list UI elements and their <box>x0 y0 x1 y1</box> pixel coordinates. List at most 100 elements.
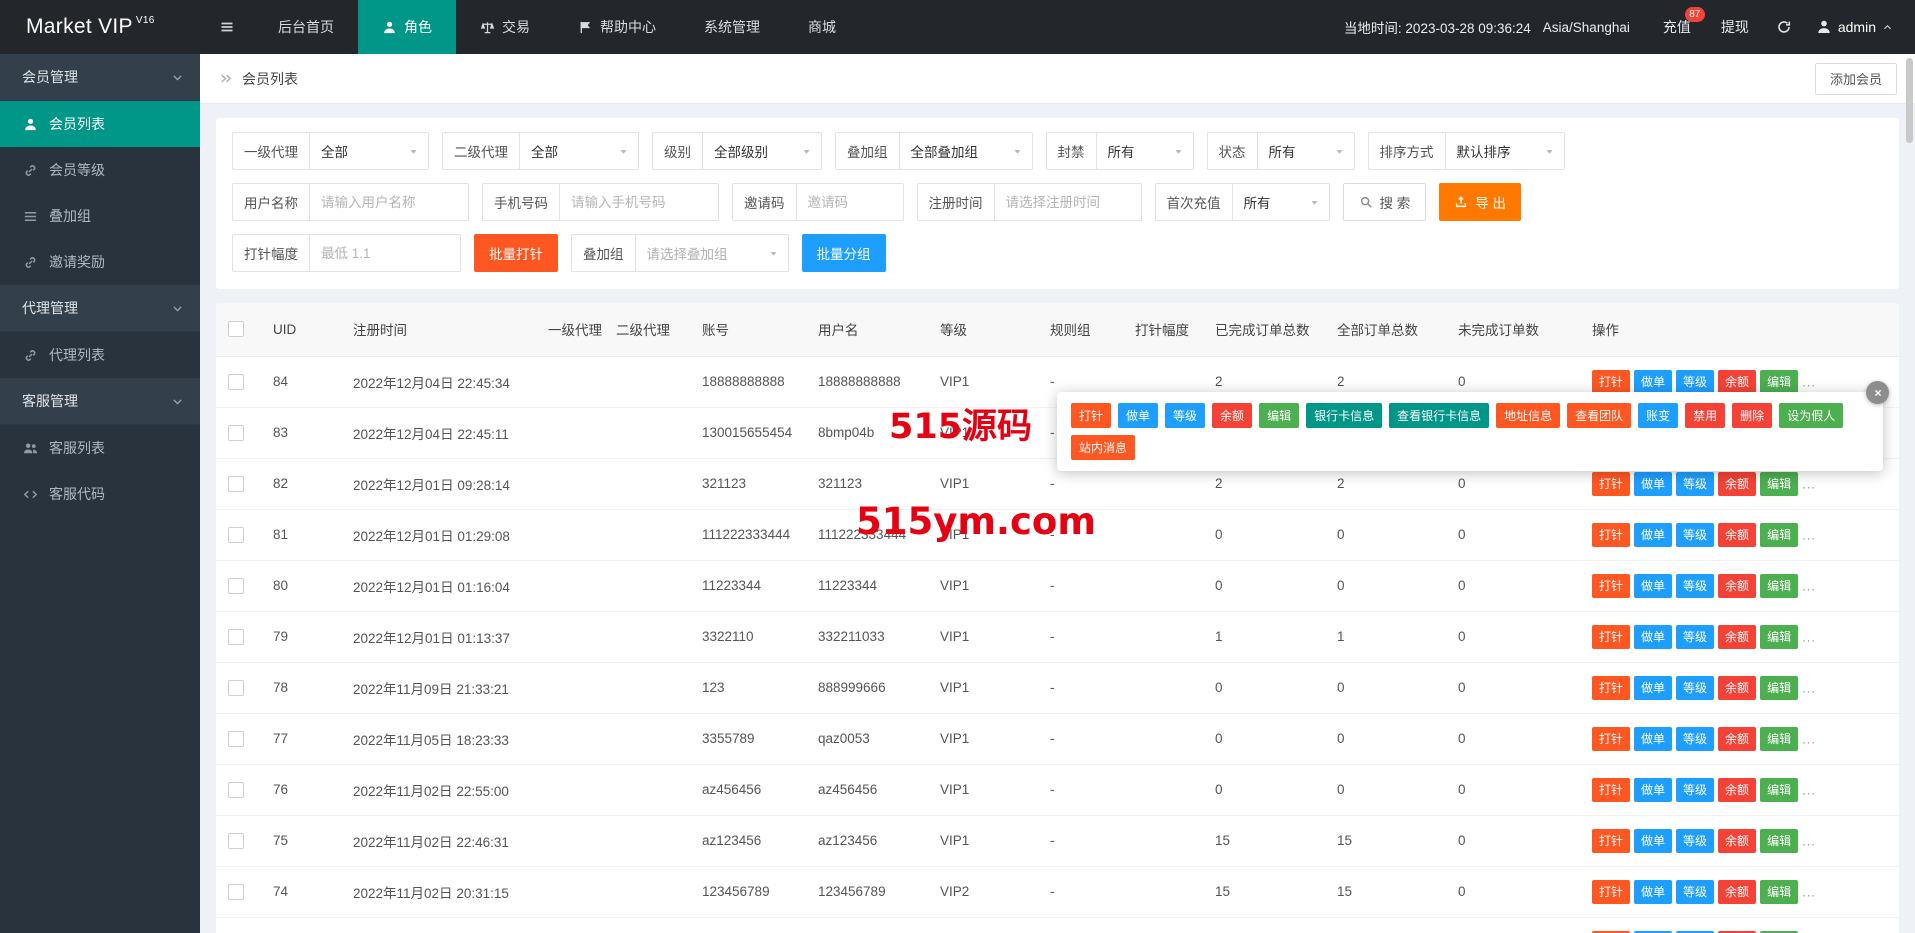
popup-action-button[interactable]: 查看银行卡信息 <box>1389 403 1490 428</box>
row-action-button[interactable]: 等级 <box>1676 522 1715 547</box>
row-action-button[interactable]: 编辑 <box>1760 573 1799 598</box>
row-action-button[interactable]: 做单 <box>1634 522 1673 547</box>
popup-action-button[interactable]: 打针 <box>1071 403 1112 428</box>
row-action-button[interactable]: 余额 <box>1718 624 1757 649</box>
row-action-button[interactable]: 打针 <box>1592 522 1631 547</box>
row-action-button[interactable]: 做单 <box>1634 573 1673 598</box>
page-scrollbar[interactable] <box>1906 58 1913 143</box>
row-action-button[interactable]: 打针 <box>1592 879 1631 904</box>
row-action-button[interactable]: 编辑 <box>1760 471 1799 496</box>
filter-select[interactable]: 全部级别 <box>703 133 821 169</box>
admin-menu[interactable]: admin <box>1804 19 1901 35</box>
row-action-button[interactable]: 打针 <box>1592 726 1631 751</box>
topbar-nav-item[interactable]: 角色 <box>358 0 456 54</box>
row-action-button[interactable]: 等级 <box>1676 573 1715 598</box>
row-action-button[interactable]: 编辑 <box>1760 828 1799 853</box>
row-action-button[interactable]: 打针 <box>1592 573 1631 598</box>
row-action-button[interactable]: 打针 <box>1592 471 1631 496</box>
popup-action-button[interactable]: 余额 <box>1212 403 1253 428</box>
topbar-nav-item[interactable]: 商城 <box>784 0 860 54</box>
add-member-button[interactable]: 添加会员 <box>1814 62 1897 95</box>
topbar-nav-item[interactable]: 后台首页 <box>254 0 358 54</box>
row-action-button[interactable]: 余额 <box>1718 828 1757 853</box>
row-action-button[interactable]: 打针 <box>1592 675 1631 700</box>
row-action-button[interactable]: 余额 <box>1718 573 1757 598</box>
row-action-button[interactable]: 做单 <box>1634 828 1673 853</box>
row-action-button[interactable]: 等级 <box>1676 777 1715 802</box>
row-checkbox[interactable] <box>228 679 244 696</box>
popup-action-button[interactable]: 站内消息 <box>1071 435 1136 460</box>
row-more-button[interactable]: ... <box>1802 680 1816 695</box>
row-action-button[interactable]: 等级 <box>1676 726 1715 751</box>
row-more-button[interactable]: ... <box>1802 476 1816 491</box>
row-action-button[interactable]: 做单 <box>1634 675 1673 700</box>
row-action-button[interactable]: 编辑 <box>1760 522 1799 547</box>
row-action-button[interactable]: 打针 <box>1592 369 1631 394</box>
row-more-button[interactable]: ... <box>1802 629 1816 644</box>
popup-action-button[interactable]: 设为假人 <box>1779 403 1844 428</box>
popup-action-button[interactable]: 银行卡信息 <box>1306 403 1383 428</box>
row-action-button[interactable]: 等级 <box>1676 471 1715 496</box>
row-checkbox[interactable] <box>228 832 244 849</box>
sidebar-item[interactable]: 代理列表 <box>0 332 200 378</box>
row-checkbox[interactable] <box>228 628 244 645</box>
filter-select[interactable]: 全部 <box>520 133 638 169</box>
popup-action-button[interactable]: 做单 <box>1118 403 1159 428</box>
row-action-button[interactable]: 编辑 <box>1760 369 1799 394</box>
filter-text-input[interactable] <box>796 184 903 220</box>
row-checkbox[interactable] <box>228 475 244 492</box>
filter-select[interactable]: 所有 <box>1233 184 1329 220</box>
row-action-button[interactable]: 余额 <box>1718 471 1757 496</box>
topbar-nav-item[interactable]: 系统管理 <box>680 0 784 54</box>
filter-text-input[interactable] <box>310 184 468 220</box>
row-more-button[interactable]: ... <box>1802 884 1816 899</box>
row-action-button[interactable]: 做单 <box>1634 624 1673 649</box>
search-button[interactable]: 搜 索 <box>1342 183 1427 221</box>
row-action-button[interactable]: 等级 <box>1676 879 1715 904</box>
row-more-button[interactable]: ... <box>1802 782 1816 797</box>
row-more-button[interactable]: ... <box>1802 731 1816 746</box>
select-all-checkbox[interactable] <box>228 321 244 338</box>
row-action-button[interactable]: 做单 <box>1634 777 1673 802</box>
row-action-button[interactable]: 做单 <box>1634 726 1673 751</box>
popup-action-button[interactable]: 删除 <box>1732 403 1773 428</box>
topbar-nav-item[interactable]: 交易 <box>456 0 554 54</box>
row-action-button[interactable]: 余额 <box>1718 726 1757 751</box>
sidebar-item[interactable]: 会员列表 <box>0 101 200 147</box>
recharge-link[interactable]: 充值 87 <box>1648 0 1706 54</box>
row-action-button[interactable]: 等级 <box>1676 828 1715 853</box>
sidebar-item[interactable]: 会员等级 <box>0 147 200 193</box>
row-checkbox[interactable] <box>228 526 244 543</box>
row-action-button[interactable]: 余额 <box>1718 675 1757 700</box>
withdraw-link[interactable]: 提现 <box>1706 0 1764 54</box>
row-action-button[interactable]: 等级 <box>1676 369 1715 394</box>
popup-action-button[interactable]: 等级 <box>1165 403 1206 428</box>
row-action-button[interactable]: 余额 <box>1718 522 1757 547</box>
filter-select[interactable]: 默认排序 <box>1446 133 1564 169</box>
menu-toggle-button[interactable] <box>200 0 254 54</box>
sidebar-item[interactable]: 客服列表 <box>0 425 200 471</box>
row-more-button[interactable]: ... <box>1802 374 1816 389</box>
row-more-button[interactable]: ... <box>1802 578 1816 593</box>
row-checkbox[interactable] <box>228 577 244 594</box>
filter-select[interactable]: 所有 <box>1258 133 1354 169</box>
refresh-button[interactable] <box>1764 19 1804 35</box>
popup-action-button[interactable]: 禁用 <box>1685 403 1726 428</box>
row-checkbox[interactable] <box>228 730 244 747</box>
row-action-button[interactable]: 编辑 <box>1760 777 1799 802</box>
row-action-button[interactable]: 打针 <box>1592 624 1631 649</box>
sidebar-item[interactable]: 邀请奖励 <box>0 239 200 285</box>
filter-select[interactable]: 全部叠加组 <box>900 133 1032 169</box>
filter-select[interactable]: 全部 <box>310 133 428 169</box>
row-action-button[interactable]: 等级 <box>1676 675 1715 700</box>
sidebar-item[interactable]: 叠加组 <box>0 193 200 239</box>
popup-action-button[interactable]: 地址信息 <box>1496 403 1561 428</box>
row-action-button[interactable]: 编辑 <box>1760 624 1799 649</box>
sidebar-group-header[interactable]: 客服管理 <box>0 378 200 425</box>
row-more-button[interactable]: ... <box>1802 527 1816 542</box>
row-checkbox[interactable] <box>228 883 244 900</box>
sidebar-item[interactable]: 客服代码 <box>0 471 200 517</box>
popup-action-button[interactable]: 编辑 <box>1259 403 1300 428</box>
row-action-button[interactable]: 做单 <box>1634 369 1673 394</box>
export-button[interactable]: 导 出 <box>1439 183 1522 221</box>
